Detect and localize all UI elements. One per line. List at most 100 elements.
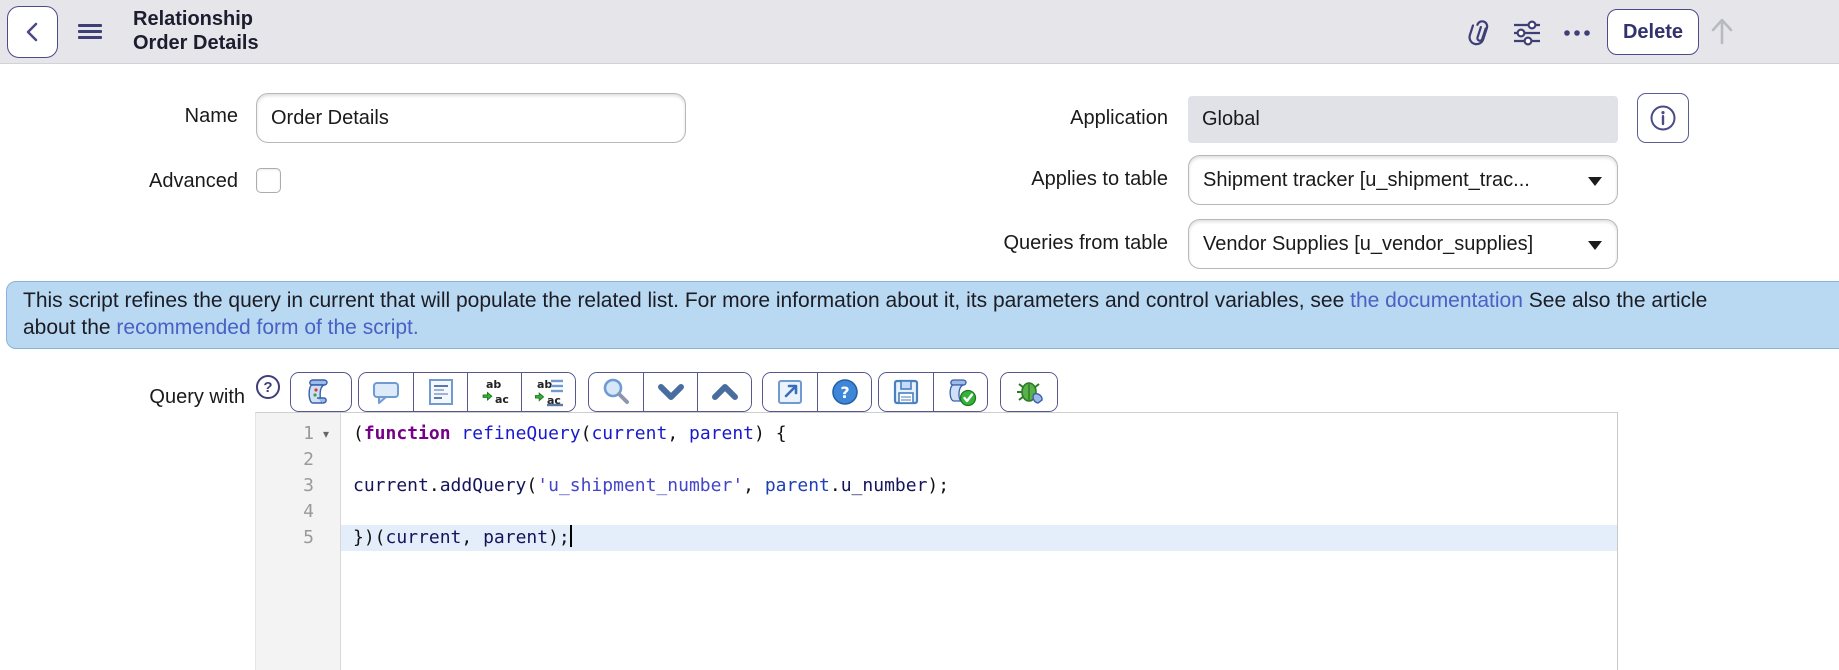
chevron-down-icon bbox=[657, 384, 684, 400]
find-previous-button[interactable] bbox=[697, 373, 751, 411]
applies-to-table-value: Shipment tracker [u_shipment_trac... bbox=[1203, 168, 1530, 191]
toolbar-group-search bbox=[588, 372, 752, 412]
replace-all-icon: ab ac bbox=[534, 378, 563, 407]
replace-button[interactable]: ab ac bbox=[467, 373, 521, 411]
applies-to-table-label: Applies to table bbox=[1031, 168, 1168, 190]
advanced-checkbox[interactable] bbox=[256, 168, 281, 193]
more-dots-icon bbox=[1564, 30, 1590, 36]
banner-text: about the bbox=[23, 316, 117, 339]
toolbar-group-script bbox=[290, 372, 352, 412]
code-token: function bbox=[363, 423, 451, 444]
gutter-row: 3 bbox=[256, 473, 340, 499]
toolbar-group-window: ? bbox=[762, 372, 872, 412]
code-line-4[interactable] bbox=[341, 499, 1617, 525]
personalize-form-button[interactable] bbox=[1510, 16, 1544, 50]
code-line-1[interactable]: (function refineQuery(current, parent) { bbox=[341, 421, 1617, 447]
gutter-row: 1 ▾ bbox=[256, 421, 340, 447]
queries-from-table-value: Vendor Supplies [u_vendor_supplies] bbox=[1203, 232, 1534, 255]
toggle-comment-button[interactable] bbox=[359, 373, 413, 411]
query-with-label: Query with bbox=[149, 386, 245, 408]
toolbar-group-edit: ab ac ab ac bbox=[358, 372, 576, 412]
debug-icon bbox=[1017, 382, 1043, 404]
gutter-row: 2 bbox=[256, 447, 340, 473]
code-token: 'u_shipment_number' bbox=[537, 475, 744, 496]
queries-from-table-label: Queries from table bbox=[1003, 232, 1168, 254]
gutter-row: 4 bbox=[256, 499, 340, 525]
application-info-button[interactable] bbox=[1637, 93, 1689, 143]
format-code-button[interactable] bbox=[413, 373, 467, 411]
replace-all-button[interactable]: ab ac bbox=[521, 373, 575, 411]
script-editor-button[interactable] bbox=[291, 373, 345, 411]
banner-link[interactable]: recommended form of the script. bbox=[116, 316, 418, 339]
applies-to-table-select[interactable]: Shipment tracker [u_shipment_trac... bbox=[1188, 155, 1618, 205]
chevron-up-icon bbox=[711, 384, 738, 400]
advanced-label: Advanced bbox=[149, 170, 238, 192]
code-line-2[interactable] bbox=[341, 447, 1617, 473]
queries-from-table-select[interactable]: Vendor Supplies [u_vendor_supplies] bbox=[1188, 219, 1618, 269]
attachments-button[interactable] bbox=[1463, 16, 1497, 50]
up-arrow-icon bbox=[1711, 18, 1733, 45]
code-token: ( bbox=[580, 423, 592, 444]
save-button[interactable] bbox=[879, 373, 933, 411]
svg-text:ab: ab bbox=[537, 378, 552, 391]
page-title-type: Relationship bbox=[133, 8, 254, 30]
code-token: parent bbox=[764, 475, 830, 496]
info-icon bbox=[1650, 105, 1676, 131]
search-button[interactable] bbox=[589, 373, 643, 411]
back-button[interactable] bbox=[7, 6, 58, 58]
banner-line-2: about the recommended form of the script… bbox=[23, 314, 1839, 341]
svg-text:?: ? bbox=[840, 383, 849, 402]
field-help-button[interactable]: ? bbox=[256, 375, 280, 399]
help-circle-icon: ? bbox=[831, 379, 858, 405]
editor-code-area[interactable]: (function refineQuery(current, parent) {… bbox=[341, 413, 1617, 670]
open-new-window-icon bbox=[778, 380, 802, 404]
name-input[interactable] bbox=[256, 93, 686, 143]
code-line-5[interactable]: })(current, parent); bbox=[341, 525, 1617, 551]
comment-icon bbox=[373, 382, 399, 404]
find-next-button[interactable] bbox=[643, 373, 697, 411]
code-token: current bbox=[385, 527, 462, 548]
page-title: Relationship Order Details bbox=[133, 7, 259, 55]
gutter-row: 5 bbox=[256, 525, 340, 551]
code-token: . bbox=[428, 475, 440, 496]
editor-gutter: 1 ▾ 2 3 4 5 bbox=[256, 413, 341, 670]
caret-down-icon bbox=[1588, 241, 1602, 250]
toolbar-group-debug bbox=[1000, 372, 1058, 412]
code-token: parent bbox=[689, 423, 755, 444]
script-info-banner: This script refines the query in current… bbox=[6, 281, 1839, 349]
banner-link[interactable]: the documentation bbox=[1350, 289, 1523, 312]
hamburger-icon[interactable] bbox=[78, 24, 102, 40]
line-number: 2 bbox=[303, 449, 314, 470]
name-label: Name bbox=[184, 105, 238, 127]
paperclip-icon bbox=[1468, 20, 1489, 46]
banner-text: See also the article bbox=[1522, 289, 1708, 312]
open-new-window-button[interactable] bbox=[763, 373, 817, 411]
more-options-button[interactable] bbox=[1560, 16, 1594, 50]
help-outline-icon: ? bbox=[263, 378, 273, 396]
code-token: ); bbox=[548, 527, 570, 548]
syntax-check-button[interactable] bbox=[933, 373, 987, 411]
syntax-check-icon bbox=[948, 379, 976, 407]
text-cursor bbox=[569, 525, 572, 547]
code-token: . bbox=[829, 475, 841, 496]
delete-button[interactable]: Delete bbox=[1607, 9, 1699, 55]
code-token: current bbox=[591, 423, 668, 444]
script-editor[interactable]: 1 ▾ 2 3 4 5 (function refineQuery(current, pa… bbox=[255, 412, 1618, 670]
code-token: })( bbox=[353, 527, 386, 548]
application-field: Global bbox=[1188, 96, 1618, 143]
line-number: 1 bbox=[303, 423, 314, 444]
code-token: , bbox=[743, 475, 765, 496]
code-token: , bbox=[461, 527, 484, 548]
editor-help-button[interactable]: ? bbox=[817, 373, 871, 411]
page-title-record: Order Details bbox=[133, 32, 259, 54]
code-token: ( bbox=[526, 475, 538, 496]
scroll-to-top-button[interactable] bbox=[1705, 14, 1739, 48]
debug-button[interactable] bbox=[1001, 373, 1057, 411]
fold-arrow-icon[interactable]: ▾ bbox=[314, 421, 338, 447]
format-code-icon bbox=[428, 379, 453, 405]
header-bar: Relationship Order Details Delete bbox=[0, 0, 1839, 64]
code-token: ) { bbox=[754, 423, 787, 444]
code-line-3[interactable]: current.addQuery('u_shipment_number', pa… bbox=[341, 473, 1617, 499]
